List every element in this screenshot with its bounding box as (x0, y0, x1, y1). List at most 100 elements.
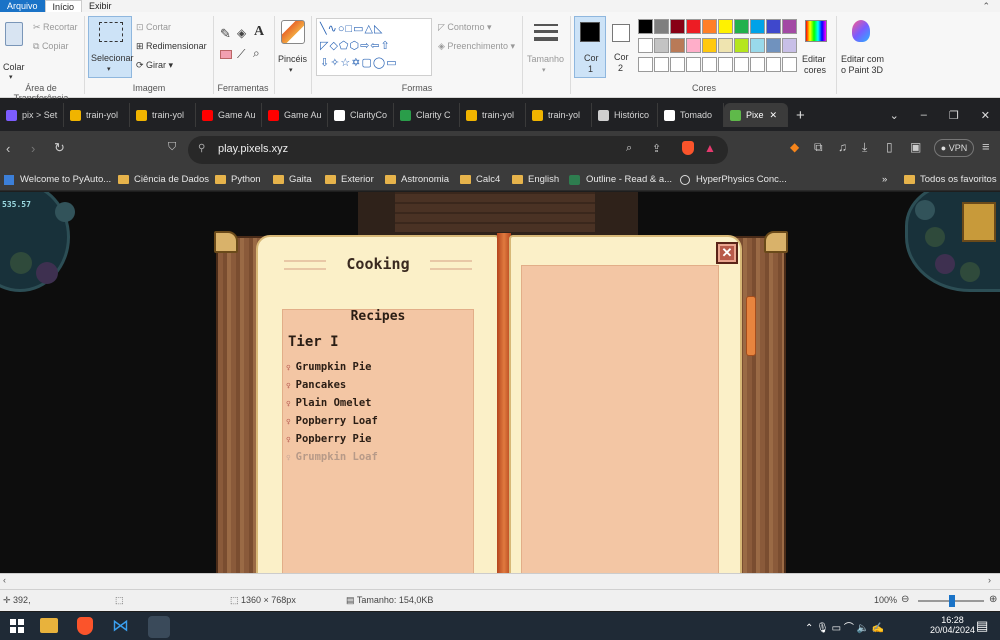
back-icon[interactable]: ‹ (6, 141, 10, 156)
bookmark-item[interactable]: English (512, 174, 559, 185)
vscode-icon[interactable]: ⋈ (112, 617, 129, 634)
zoom-icon[interactable]: ⌕ (626, 142, 632, 155)
palette-swatch[interactable] (654, 19, 669, 34)
browser-tab[interactable]: train-yol (460, 103, 526, 127)
magnifier-icon[interactable]: ⌕ (253, 46, 260, 61)
browser-tab[interactable]: Clarity C (394, 103, 460, 127)
palette-swatch[interactable] (718, 19, 733, 34)
brave-rewards-icon[interactable]: ▲ (704, 141, 716, 155)
menu-icon[interactable]: ≡ (982, 139, 990, 154)
url-text[interactable]: play.pixels.xyz (218, 143, 288, 155)
size-button[interactable]: Tamanho ▾ (526, 18, 566, 78)
zoom-out-icon[interactable]: ⊖ (901, 594, 909, 605)
palette-swatch[interactable] (638, 19, 653, 34)
browser-tab[interactable]: pix > Set (0, 103, 64, 127)
all-bookmarks-button[interactable]: Todos os favoritos (904, 174, 997, 185)
pencil-icon[interactable]: ✎ (220, 26, 231, 42)
game-canvas[interactable]: 535.57 Cooking Recipes Tier I ♀ Grumpkin… (0, 192, 1000, 573)
shapes-gallery[interactable]: ╲∿○□▭△◺ ◸◇⬠⬡⇨⇦⇧ ⇩✧☆✡▢◯▭ (316, 18, 432, 76)
bookmark-item[interactable]: Astronomia (385, 174, 449, 185)
bookmark-item[interactable]: Ciência de Dados (118, 174, 209, 185)
vpn-button[interactable]: ● VPN (934, 139, 974, 157)
new-tab-icon[interactable]: + (796, 107, 805, 124)
close-window-icon[interactable]: ✕ (981, 109, 990, 122)
bookmark-item[interactable]: HyperPhysics Conc... (680, 174, 787, 185)
color2-button[interactable]: Cor 2 (608, 16, 636, 78)
bookmarks-overflow-button[interactable]: » (882, 174, 887, 185)
browser-tab[interactable]: ClarityCo (328, 103, 394, 127)
bookmark-item[interactable]: Outline - Read & a... (569, 174, 672, 185)
bookmark-item[interactable]: Exterior (325, 174, 374, 185)
cut-button[interactable]: ✂ Recortar (33, 22, 78, 33)
bookmark-item[interactable]: Gaita (273, 174, 312, 185)
crop-button[interactable]: ⊡ Cortar (136, 22, 171, 33)
scroll-left-icon[interactable]: ‹ (3, 575, 6, 585)
browser-tab[interactable]: train-yol (64, 103, 130, 127)
resize-button[interactable]: ⊞ Redimensionar (136, 41, 207, 52)
browser-tab[interactable]: train-yol (130, 103, 196, 127)
close-tab-icon[interactable]: ✕ (770, 110, 778, 121)
palette-swatch[interactable] (702, 38, 717, 53)
close-button[interactable]: ✕ (716, 242, 738, 264)
browser-tab[interactable]: Pixe ✕ (724, 103, 788, 127)
palette-swatch[interactable] (686, 19, 701, 34)
palette-swatch[interactable] (782, 57, 797, 72)
brave-shields-icon[interactable] (682, 141, 694, 155)
palette-swatch[interactable] (750, 19, 765, 34)
browser-tab[interactable]: train-yol (526, 103, 592, 127)
browser-tab[interactable]: Tomado (658, 103, 724, 127)
share-icon[interactable]: ⇪ (652, 142, 661, 155)
copy-button[interactable]: ⧉ Copiar (33, 41, 68, 52)
address-bar[interactable]: ⚲ play.pixels.xyz ⌕ ⇪ ▲ (188, 136, 728, 164)
download-icon[interactable]: ⤓ (862, 140, 867, 155)
paint-app-icon[interactable] (148, 616, 170, 638)
palette-swatch[interactable] (782, 19, 797, 34)
brushes-button[interactable]: Pincéis ▾ (278, 18, 308, 78)
zoom-in-icon[interactable]: ⊕ (989, 594, 997, 605)
palette-swatch[interactable] (638, 38, 653, 53)
palette-swatch[interactable] (718, 57, 733, 72)
bookmark-item[interactable]: Welcome to PyAuto... (4, 174, 111, 185)
menu-exibir[interactable]: Exibir (82, 0, 119, 12)
zoom-slider[interactable] (918, 595, 984, 607)
color1-button[interactable]: Cor 1 (574, 16, 606, 78)
palette-swatch[interactable] (654, 38, 669, 53)
site-info-icon[interactable]: ⚲ (198, 143, 205, 154)
fill-button[interactable]: ◈ Preenchimento ▾ (438, 41, 515, 52)
brave-browser-icon[interactable] (77, 617, 93, 635)
windows-start-icon[interactable] (10, 619, 24, 633)
bookmark-icon[interactable]: ⛉ (168, 141, 176, 154)
eraser-icon[interactable] (220, 50, 232, 59)
forward-icon[interactable]: › (31, 141, 35, 156)
palette-swatch[interactable] (670, 38, 685, 53)
fill-icon[interactable]: ◈ (237, 26, 246, 40)
minimize-icon[interactable]: – (921, 109, 927, 122)
palette-swatch[interactable] (766, 38, 781, 53)
outline-button[interactable]: ◸ Contorno ▾ (438, 22, 491, 33)
palette-swatch[interactable] (670, 19, 685, 34)
recipe-item-grumpkin-loaf[interactable]: ♀ Grumpkin Loaf (286, 451, 378, 469)
wallet-icon[interactable]: ▣ (910, 140, 921, 154)
zoom-slider-thumb[interactable] (949, 595, 955, 607)
notifications-icon[interactable]: ▤ (976, 618, 988, 634)
color-picker-icon[interactable]: ⟋ (237, 47, 245, 62)
reload-icon[interactable]: ↻ (54, 140, 65, 156)
clock[interactable]: 16:28 20/04/2024 (930, 615, 975, 635)
extensions-icon[interactable]: ⧉ (814, 140, 823, 155)
metamask-icon[interactable]: ◆ (790, 140, 799, 154)
paint3d-button[interactable]: Editar com o Paint 3D (840, 18, 886, 80)
menu-inicio[interactable]: Início (44, 0, 83, 12)
palette-swatch[interactable] (638, 57, 653, 72)
text-tool-icon[interactable]: A (254, 24, 264, 40)
paste-button[interactable]: Colar ▾ (3, 20, 25, 81)
bookmark-item[interactable]: Calc4 (460, 174, 500, 185)
palette-swatch[interactable] (782, 38, 797, 53)
palette-swatch[interactable] (734, 19, 749, 34)
tab-search-icon[interactable]: ⌄ (890, 109, 899, 122)
palette-swatch[interactable] (654, 57, 669, 72)
scroll-right-icon[interactable]: › (988, 575, 991, 585)
restore-icon[interactable]: ❐ (949, 109, 959, 122)
edit-colors-button[interactable]: Editar cores (802, 18, 832, 80)
browser-tab[interactable]: Histórico (592, 103, 658, 127)
rotate-button[interactable]: ⟳ Girar ▾ (136, 60, 173, 71)
